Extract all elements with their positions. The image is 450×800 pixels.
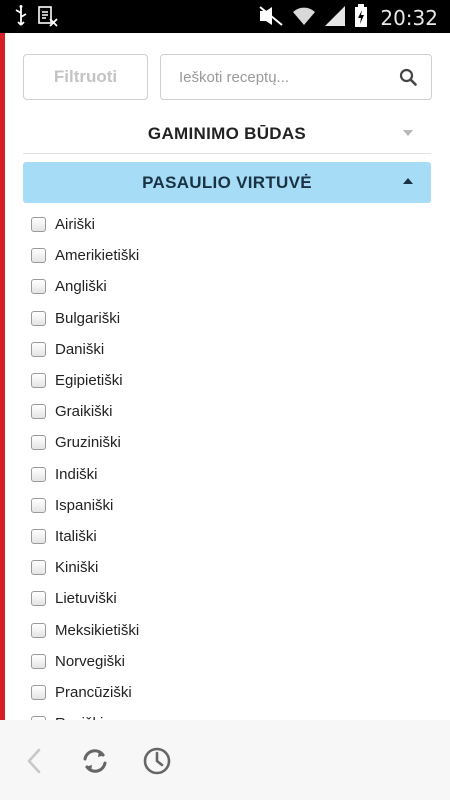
cuisine-option-label: Indiški [55,465,98,483]
status-time: 20:32 [380,6,438,30]
wifi-icon [292,5,316,31]
cuisine-option[interactable]: Rusiški [31,708,431,720]
cuisine-option[interactable]: Prancūziški [31,677,431,708]
cuisine-option-label: Airiški [55,216,95,234]
cuisine-option-label: Bulgariški [55,309,121,327]
checkbox[interactable] [31,528,46,544]
cuisine-option[interactable]: Itališki [31,521,431,552]
checkbox[interactable] [31,435,46,451]
section-world-cuisine[interactable]: PASAULIO VIRTUVĖ [23,162,431,203]
cuisine-option-label: Itališki [55,527,97,545]
cuisine-option[interactable]: Egipietiški [31,365,431,396]
filter-button[interactable]: Filtruoti [23,54,148,100]
cuisine-list: Airiški Amerikietiški Angliški Bulgariški Da… [31,209,431,720]
cuisine-option[interactable]: Kiniški [31,552,431,583]
history-icon[interactable] [142,746,172,776]
cuisine-option-label: Prancūziški [55,683,132,701]
cuisine-option[interactable]: Ispaniški [31,490,431,521]
status-bar: 20:32 [0,0,450,33]
section-world-cuisine-label: PASAULIO VIRTUVĖ [142,172,312,192]
section-cooking-method-label: GAMINIMO BŪDAS [147,123,307,143]
search-icon[interactable] [399,68,417,86]
cuisine-option-label: Graikiški [55,403,113,421]
checkbox[interactable] [31,373,46,389]
cuisine-option-label: Daniški [55,340,105,358]
search-box[interactable] [160,54,432,100]
cuisine-option[interactable]: Graikiški [31,396,431,427]
cuisine-option-label: Angliški [55,278,107,296]
back-icon[interactable] [20,746,50,776]
cuisine-option-label: Norvegiški [55,652,126,670]
cuisine-option-label: Meksikietiški [55,621,140,639]
checkbox[interactable] [31,684,46,700]
cuisine-option[interactable]: Norvegiški [31,646,431,677]
mute-icon [258,5,284,31]
checkbox[interactable] [31,591,46,607]
checkbox[interactable] [31,248,46,264]
checkbox[interactable] [31,217,46,233]
checkbox[interactable] [31,622,46,638]
notification-icon [38,5,58,31]
checkbox[interactable] [31,466,46,482]
checkbox[interactable] [31,497,46,513]
checkbox[interactable] [31,279,46,295]
cuisine-option[interactable]: Gruziniški [31,427,431,458]
cuisine-option[interactable]: Daniški [31,334,431,365]
bottom-nav [0,720,450,800]
cuisine-option[interactable]: Bulgariški [31,303,431,334]
cuisine-option-label: Ispaniški [55,496,114,514]
cuisine-option[interactable]: Meksikietiški [31,614,431,645]
checkbox[interactable] [31,653,46,669]
checkbox[interactable] [31,310,46,326]
cuisine-option-label: Kiniški [55,559,99,577]
cuisine-option-label: Gruziniški [55,434,121,452]
caret-up-icon [403,178,413,184]
cuisine-option-label: Lietuviški [55,590,117,608]
cuisine-option[interactable]: Indiški [31,459,431,490]
checkbox[interactable] [31,560,46,576]
cuisine-option-label: Amerikietiški [55,247,140,265]
cuisine-option[interactable]: Airiški [31,209,431,240]
battery-charging-icon [354,4,368,32]
cuisine-option-label: Egipietiški [55,372,123,390]
signal-icon [324,5,346,31]
section-cooking-method[interactable]: GAMINIMO BŪDAS [23,114,431,154]
search-input[interactable] [161,55,391,99]
cuisine-option[interactable]: Amerikietiški [31,240,431,271]
filter-panel: Filtruoti GAMINIMO BŪDAS PASAULIO VIRTUV… [0,33,450,720]
checkbox[interactable] [31,404,46,420]
caret-down-icon [403,130,413,136]
cuisine-option[interactable]: Angliški [31,271,431,302]
checkbox[interactable] [31,341,46,357]
usb-icon [14,5,28,31]
refresh-icon[interactable] [80,746,110,776]
cuisine-option[interactable]: Lietuviški [31,583,431,614]
accent-edge [0,33,5,720]
